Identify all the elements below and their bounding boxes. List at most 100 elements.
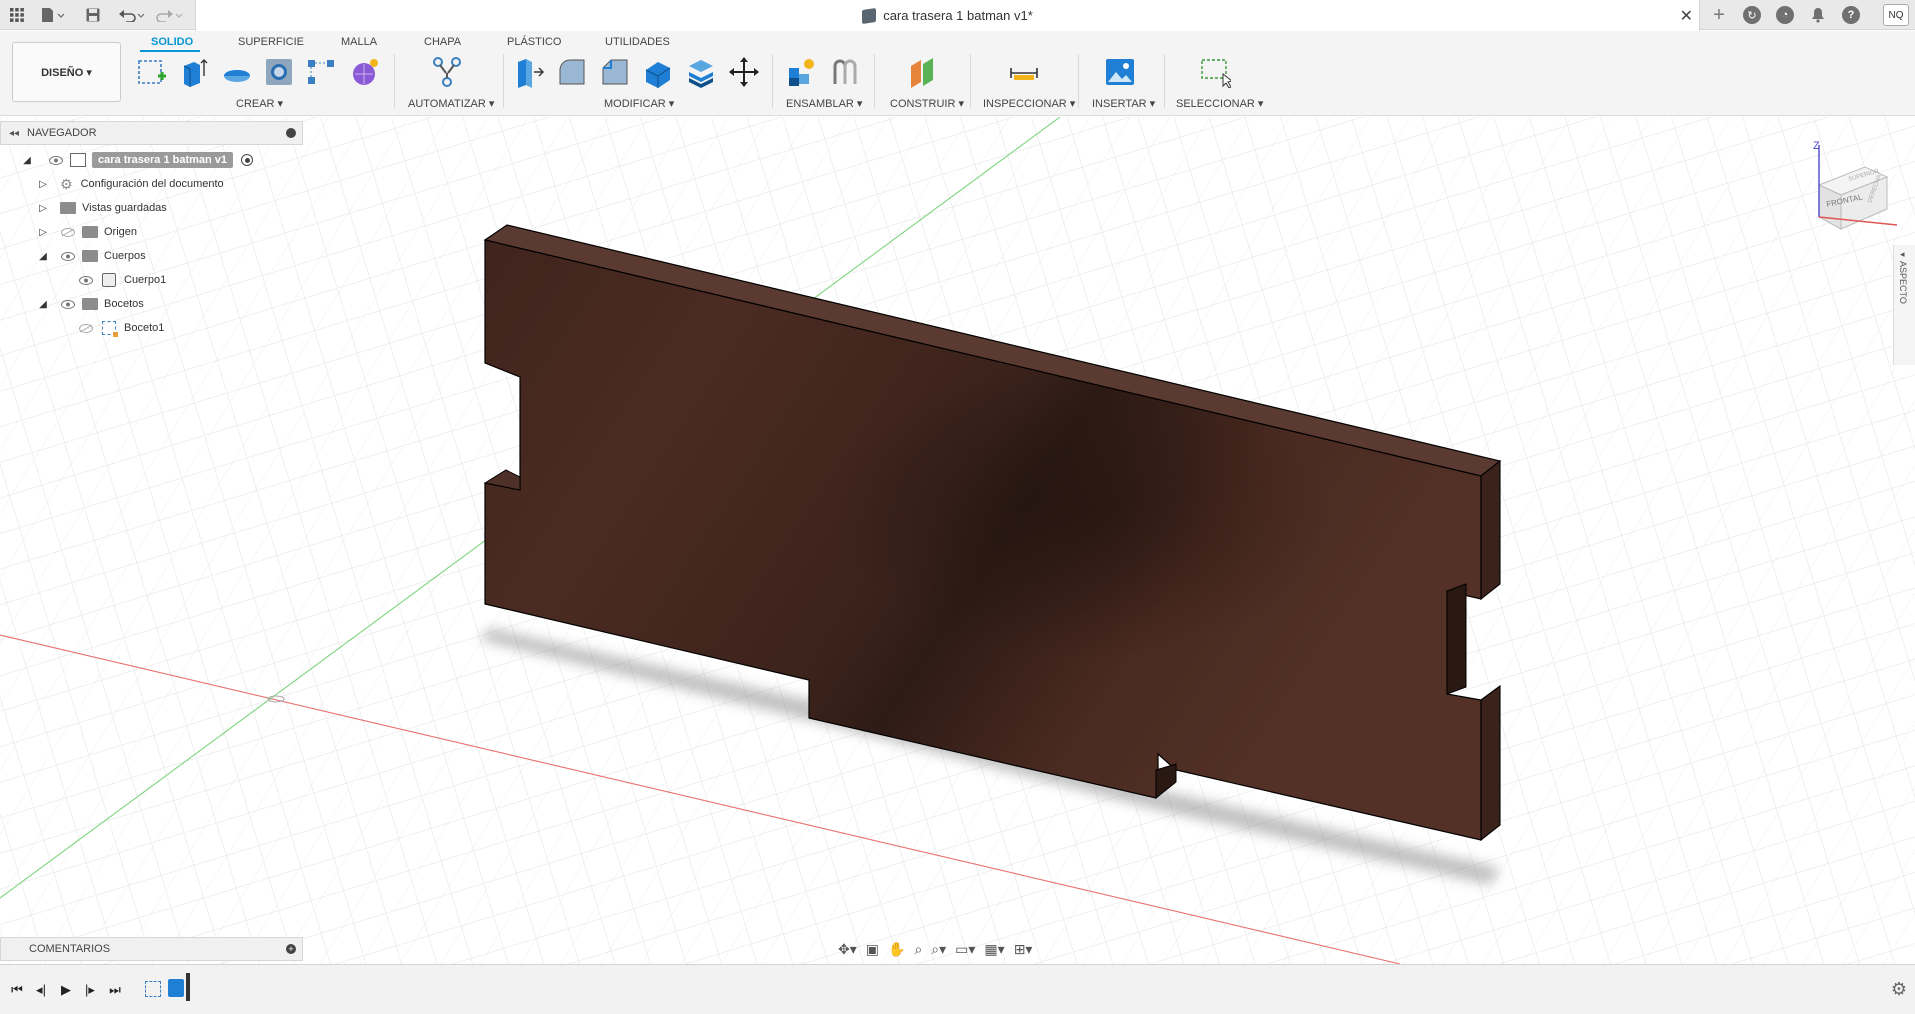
- new-tab-plus-icon[interactable]: +: [1708, 0, 1730, 30]
- expand-panel-icon[interactable]: ◂: [1900, 249, 1905, 260]
- tree-item-origin[interactable]: ▷ Origen: [36, 221, 137, 243]
- display-settings-icon[interactable]: ▭▾: [955, 941, 975, 958]
- extensions-icon[interactable]: ↻: [1741, 0, 1763, 30]
- select-window-icon[interactable]: [1198, 55, 1232, 89]
- insert-image-icon[interactable]: [1103, 55, 1137, 89]
- grid-settings-icon[interactable]: ▦▾: [984, 941, 1004, 958]
- tree-item-label: Vistas guardadas: [82, 202, 167, 214]
- timeline-previous-icon[interactable]: ◂|: [32, 981, 50, 999]
- tree-item-body1[interactable]: Cuerpo1: [78, 269, 166, 291]
- hidden-eye-icon[interactable]: [78, 323, 94, 333]
- activate-radio-icon[interactable]: [241, 154, 254, 166]
- tab-solido[interactable]: SOLIDO: [151, 36, 193, 48]
- tree-item-bodies[interactable]: ◢ Cuerpos: [36, 245, 146, 267]
- visibility-eye-icon[interactable]: [78, 275, 94, 285]
- timeline-sketch-feature-icon[interactable]: [145, 981, 161, 997]
- move-copy-icon[interactable]: [727, 55, 761, 89]
- tab-plastico[interactable]: PLÁSTICO: [507, 36, 561, 48]
- notifications-bell-icon[interactable]: [1807, 0, 1829, 30]
- comments-panel[interactable]: COMENTARIOS +: [0, 937, 303, 961]
- pan-hand-icon[interactable]: ✋: [888, 941, 905, 958]
- hole-icon[interactable]: [262, 55, 296, 89]
- navigator-panel-header[interactable]: ◂◂ NAVEGADOR: [0, 121, 303, 145]
- chamfer-icon[interactable]: [598, 55, 632, 89]
- active-tab-indicator: [140, 50, 200, 52]
- group-construir[interactable]: CONSTRUIR ▾: [890, 97, 964, 110]
- group-seleccionar[interactable]: SELECCIONAR ▾: [1176, 97, 1263, 110]
- extrude-icon[interactable]: [177, 55, 211, 89]
- job-status-icon[interactable]: ◔: [1774, 0, 1796, 30]
- body-icon: [102, 273, 116, 287]
- timeline-next-icon[interactable]: |▸: [81, 981, 99, 999]
- group-automatizar[interactable]: AUTOMATIZAR ▾: [408, 97, 494, 110]
- new-component-icon[interactable]: [784, 55, 818, 89]
- group-modificar[interactable]: MODIFICAR ▾: [604, 97, 674, 110]
- help-icon[interactable]: ?: [1840, 0, 1862, 30]
- timeline-settings-gear-icon[interactable]: ⚙: [1891, 979, 1907, 1000]
- tree-item-sketches[interactable]: ◢ Bocetos: [36, 293, 144, 315]
- viewport-canvas[interactable]: [0, 117, 1915, 964]
- tree-root[interactable]: ◢ cara trasera 1 batman v1: [20, 149, 254, 171]
- collapse-panel-icon[interactable]: ◂◂: [9, 128, 19, 139]
- timeline-last-icon[interactable]: ⏭: [106, 981, 124, 999]
- create-sketch-icon[interactable]: [135, 55, 169, 89]
- visibility-eye-icon[interactable]: [60, 251, 76, 261]
- group-separator: [772, 54, 773, 108]
- joint-icon[interactable]: [828, 55, 862, 89]
- appearance-side-panel[interactable]: ◂ ASPECTO: [1893, 245, 1915, 365]
- 3d-viewport[interactable]: [0, 117, 1915, 964]
- tab-utilidades[interactable]: UTILIDADES: [605, 36, 670, 48]
- zoom-window-icon[interactable]: ⌕▾: [931, 941, 946, 958]
- shell-icon[interactable]: [641, 55, 675, 89]
- collapsed-triangle-icon[interactable]: ▷: [36, 179, 50, 190]
- group-insertar[interactable]: INSERTAR ▾: [1092, 97, 1155, 110]
- timeline-first-icon[interactable]: ⏮: [8, 981, 26, 999]
- document-tab[interactable]: cara trasera 1 batman v1* ✕: [195, 0, 1700, 31]
- navigator-minimize-icon[interactable]: [286, 128, 296, 138]
- timeline-extrude-feature-icon[interactable]: [168, 979, 184, 997]
- app-grid-icon[interactable]: [6, 0, 28, 30]
- visibility-eye-icon[interactable]: [48, 155, 64, 165]
- close-tab-icon[interactable]: ✕: [1680, 6, 1693, 26]
- view-cube[interactable]: Z FRONTAL SUPERIOR DERECHA: [1805, 137, 1905, 237]
- zoom-icon[interactable]: ⌕: [914, 941, 922, 958]
- hidden-eye-icon[interactable]: [60, 227, 76, 237]
- user-avatar[interactable]: NQ: [1883, 4, 1909, 26]
- group-ensamblar[interactable]: ENSAMBLAR ▾: [786, 97, 862, 110]
- undo-icon[interactable]: [116, 0, 148, 30]
- file-menu-icon[interactable]: [38, 0, 68, 30]
- expanded-triangle-icon[interactable]: ◢: [36, 251, 50, 262]
- form-icon[interactable]: [348, 55, 382, 89]
- expanded-triangle-icon[interactable]: ◢: [36, 299, 50, 310]
- measure-icon[interactable]: [1007, 55, 1041, 89]
- offset-plane-icon[interactable]: [906, 55, 940, 89]
- workspace-switcher-button[interactable]: DISEÑO ▾: [12, 42, 121, 102]
- viewports-icon[interactable]: ⊞▾: [1014, 941, 1033, 958]
- group-crear[interactable]: CREAR ▾: [236, 97, 283, 110]
- press-pull-icon[interactable]: [512, 55, 546, 89]
- automate-icon[interactable]: [430, 55, 464, 89]
- tab-malla[interactable]: MALLA: [341, 36, 377, 48]
- collapsed-triangle-icon[interactable]: ▷: [36, 203, 50, 214]
- fillet-icon[interactable]: [555, 55, 589, 89]
- tab-chapa[interactable]: CHAPA: [424, 36, 461, 48]
- tree-item-sketch1[interactable]: Boceto1: [78, 317, 164, 339]
- tab-superficie[interactable]: SUPERFICIE: [238, 36, 304, 48]
- expanded-triangle-icon[interactable]: ◢: [20, 155, 34, 166]
- timeline-marker[interactable]: [186, 973, 190, 1001]
- combine-icon[interactable]: [684, 55, 718, 89]
- look-at-icon[interactable]: ▣: [866, 941, 879, 958]
- visibility-eye-icon[interactable]: [60, 299, 76, 309]
- add-comment-icon[interactable]: +: [286, 944, 296, 954]
- save-icon[interactable]: [82, 0, 104, 30]
- pattern-icon[interactable]: [304, 55, 338, 89]
- timeline-play-icon[interactable]: ▶: [57, 981, 75, 999]
- redo-icon[interactable]: [154, 0, 186, 30]
- collapsed-triangle-icon[interactable]: ▷: [36, 227, 50, 238]
- tree-item-settings[interactable]: ▷ ⚙ Configuración del documento: [36, 173, 224, 195]
- revolve-icon[interactable]: [220, 55, 254, 89]
- orbit-icon[interactable]: ✥▾: [838, 941, 857, 958]
- tree-root-label[interactable]: cara trasera 1 batman v1: [92, 152, 234, 168]
- tree-item-saved-views[interactable]: ▷ Vistas guardadas: [36, 197, 167, 219]
- group-inspeccionar[interactable]: INSPECCIONAR ▾: [983, 97, 1075, 110]
